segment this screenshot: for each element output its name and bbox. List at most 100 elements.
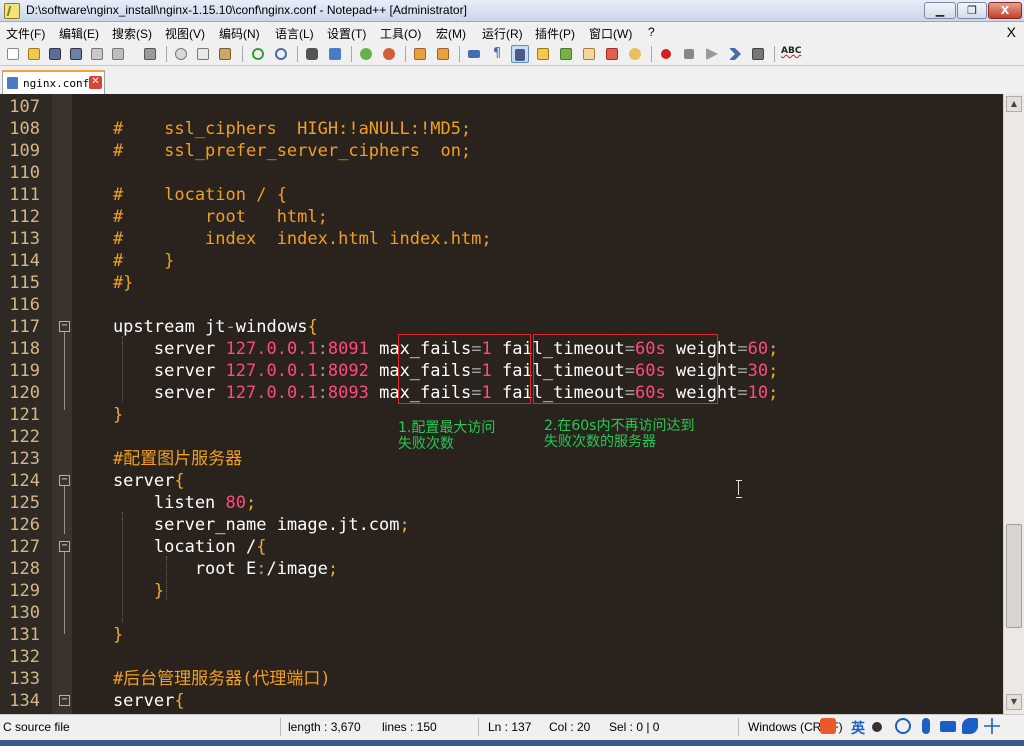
code-line[interactable]: 114 # } (0, 250, 1003, 272)
maximize-button[interactable]: ❐ (957, 2, 987, 19)
minimize-button[interactable]: ▁ (924, 2, 956, 19)
code-line[interactable]: 126 server_name image.jt.com; (0, 514, 1003, 536)
save-all-icon[interactable] (67, 45, 85, 63)
code-line[interactable]: 129 } (0, 580, 1003, 602)
code-line[interactable]: 127 location /{ (0, 536, 1003, 558)
shirt-skin-icon[interactable] (962, 718, 978, 734)
paste-icon[interactable] (216, 45, 234, 63)
code-line[interactable]: 111 # location / { (0, 184, 1003, 206)
udl-icon[interactable] (534, 45, 552, 63)
spell-check-icon[interactable]: ABC (781, 46, 801, 56)
save-icon[interactable] (46, 45, 64, 63)
copy-icon[interactable] (194, 45, 212, 63)
menu-edit[interactable]: 编辑(E) (59, 25, 99, 42)
ime-language-label[interactable]: 英 (851, 718, 865, 738)
menu-settings[interactable]: 设置(T) (327, 25, 366, 42)
scrollbar-thumb[interactable] (1006, 524, 1022, 628)
fold-toggle-124[interactable]: − (59, 475, 70, 486)
fold-toggle-117[interactable]: − (59, 321, 70, 332)
code-line[interactable]: 130 (0, 602, 1003, 624)
code-line[interactable]: 116 (0, 294, 1003, 316)
menu-file[interactable]: 文件(F) (6, 25, 45, 42)
zoom-in-icon[interactable] (357, 45, 375, 63)
code-line[interactable]: 112 # root html; (0, 206, 1003, 228)
menu-help[interactable]: ? (648, 25, 655, 39)
sogou-ime-icon[interactable] (820, 718, 836, 734)
stop-macro-icon[interactable] (680, 45, 698, 63)
fold-toggle-134[interactable]: − (59, 695, 70, 706)
moon-icon[interactable] (872, 722, 882, 732)
menu-macro[interactable]: 宏(M) (436, 25, 466, 42)
cut-icon[interactable] (172, 45, 190, 63)
zoom-out-icon[interactable] (380, 45, 398, 63)
folder-workspace-icon[interactable] (603, 45, 621, 63)
run-macro-multiple-icon[interactable] (726, 45, 744, 63)
code-line[interactable]: 124 server{ (0, 470, 1003, 492)
code-line[interactable]: 128 root E:/image; (0, 558, 1003, 580)
close-all-icon[interactable] (109, 45, 127, 63)
code-editor[interactable]: 107 108 # ssl_ciphers HIGH:!aNULL:!MD5; 10… (0, 94, 1003, 714)
fold-toggle-127[interactable]: − (59, 541, 70, 552)
print-icon[interactable] (141, 45, 159, 63)
line-number: 108 (9, 119, 40, 139)
close-icon[interactable] (88, 45, 106, 63)
code-token: upstream jt (72, 317, 226, 337)
code-line[interactable]: 108 # ssl_ciphers HIGH:!aNULL:!MD5; (0, 118, 1003, 140)
replace-icon[interactable] (326, 45, 344, 63)
code-line[interactable]: 125 listen 80; (0, 492, 1003, 514)
doc-map-icon[interactable] (557, 45, 575, 63)
redo-icon[interactable] (272, 45, 290, 63)
code-token: listen (72, 493, 226, 513)
find-icon[interactable] (303, 45, 321, 63)
close-document-button[interactable]: X (1007, 24, 1016, 40)
code-line[interactable]: 115 #} (0, 272, 1003, 294)
menu-search[interactable]: 搜索(S) (112, 25, 152, 42)
code-line[interactable]: 123 #配置图片服务器 (0, 448, 1003, 470)
code-line[interactable]: 131 } (0, 624, 1003, 646)
scroll-down-arrow-icon[interactable]: ▼ (1006, 694, 1022, 710)
sync-v-icon[interactable] (411, 45, 429, 63)
menu-view[interactable]: 视图(V) (165, 25, 205, 42)
tab-close-button[interactable]: ✕ (89, 76, 102, 89)
scroll-up-arrow-icon[interactable]: ▲ (1006, 96, 1022, 112)
keyboard-icon[interactable] (940, 721, 956, 732)
code-line[interactable]: 107 (0, 96, 1003, 118)
all-chars-icon[interactable]: ¶ (488, 45, 506, 63)
code-token: # location / { (72, 185, 287, 205)
code-line[interactable]: 121 } (0, 404, 1003, 426)
microphone-icon[interactable] (922, 718, 930, 734)
open-file-icon[interactable] (25, 45, 43, 63)
line-number: 121 (9, 405, 40, 425)
function-list-icon[interactable] (580, 45, 598, 63)
indent-guide-icon[interactable] (511, 45, 529, 63)
indent-guide (122, 512, 123, 622)
save-macro-icon[interactable] (749, 45, 767, 63)
code-line[interactable]: 110 (0, 162, 1003, 184)
menu-tools[interactable]: 工具(O) (380, 25, 421, 42)
monitor-icon[interactable] (626, 45, 644, 63)
code-token: root E (72, 559, 257, 579)
wrap-icon[interactable] (465, 45, 483, 63)
code-line[interactable]: 122 (0, 426, 1003, 448)
code-line[interactable]: 132 (0, 646, 1003, 668)
emoji-icon[interactable] (895, 718, 911, 734)
menu-window[interactable]: 窗口(W) (589, 25, 632, 42)
menu-language[interactable]: 语言(L) (275, 25, 314, 42)
undo-icon[interactable] (249, 45, 267, 63)
tab-nginx-conf[interactable]: nginx.conf ✕ (2, 70, 105, 94)
sync-h-icon[interactable] (434, 45, 452, 63)
menu-encoding[interactable]: 编码(N) (219, 25, 260, 42)
code-line[interactable]: 109 # ssl_prefer_server_ciphers on; (0, 140, 1003, 162)
close-window-button[interactable]: X (988, 2, 1022, 19)
code-line[interactable]: 133 #后台管理服务器(代理端口) (0, 668, 1003, 690)
record-macro-icon[interactable] (657, 45, 675, 63)
vertical-scrollbar[interactable]: ▲ ▼ (1003, 94, 1024, 714)
menu-plugins[interactable]: 插件(P) (535, 25, 575, 42)
toolbox-icon[interactable] (984, 718, 1000, 734)
menu-run[interactable]: 运行(R) (482, 25, 523, 42)
code-token: # root html; (72, 207, 328, 227)
code-line[interactable]: 134 server{ (0, 690, 1003, 712)
code-line[interactable]: 113 # index index.html index.htm; (0, 228, 1003, 250)
play-macro-icon[interactable] (703, 45, 721, 63)
new-file-icon[interactable] (4, 45, 22, 63)
